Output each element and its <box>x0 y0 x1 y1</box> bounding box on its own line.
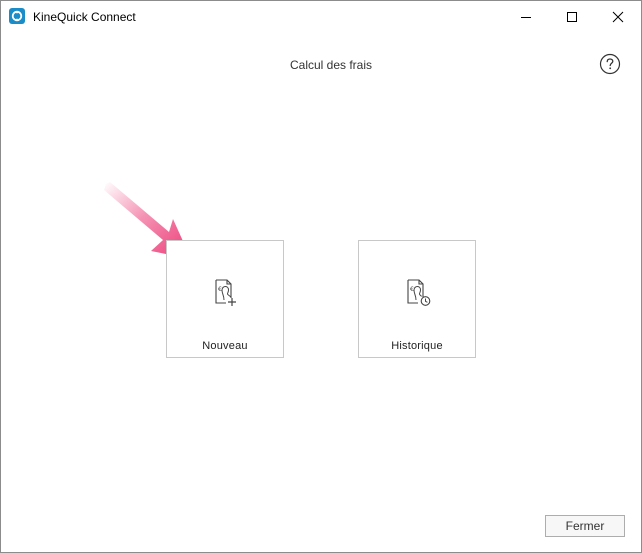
svg-text:€: € <box>410 286 414 293</box>
historique-tile-button[interactable]: € Historique <box>358 240 476 358</box>
title-bar[interactable]: KineQuick Connect <box>1 1 641 32</box>
minimize-button[interactable] <box>503 1 549 32</box>
fermer-button[interactable]: Fermer <box>545 515 625 537</box>
page-title: Calcul des frais <box>289 58 373 72</box>
maximize-button[interactable] <box>549 1 595 32</box>
minimize-icon <box>521 17 531 18</box>
window-title: KineQuick Connect <box>33 10 136 24</box>
document-euro-add-icon: € <box>215 279 236 306</box>
help-button[interactable] <box>599 53 621 75</box>
close-window-button[interactable] <box>595 1 641 32</box>
svg-text:€: € <box>218 286 222 293</box>
document-euro-history-icon: € <box>407 279 431 306</box>
question-circle-icon <box>599 53 621 75</box>
nouveau-label: Nouveau <box>202 340 248 352</box>
close-icon <box>612 11 624 23</box>
app-window: KineQuick Connect Calcul des frais € Nou… <box>0 0 642 553</box>
historique-label: Historique <box>391 340 443 352</box>
nouveau-tile-button[interactable]: € Nouveau <box>166 240 284 358</box>
maximize-icon <box>567 12 577 22</box>
app-logo-icon <box>9 8 25 24</box>
